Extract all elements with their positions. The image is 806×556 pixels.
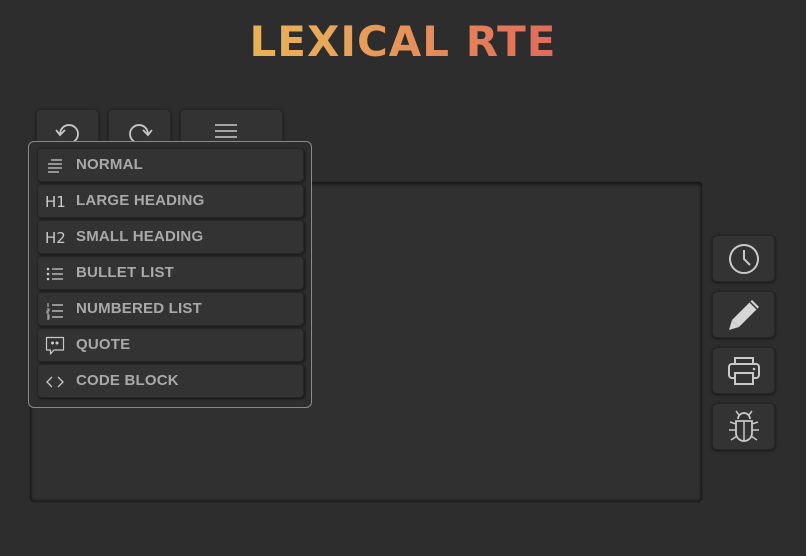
quote-icon xyxy=(45,336,65,356)
menu-item-quote[interactable]: QUOTE xyxy=(37,328,304,362)
menu-item-bullet-list[interactable]: BULLET LIST xyxy=(37,256,304,290)
menu-item-numbered-list[interactable]: NUMBERED LIST xyxy=(37,292,304,326)
printer-icon xyxy=(727,356,760,385)
h1-icon: H1 xyxy=(45,193,66,211)
menu-item-code-block[interactable]: CODE BLOCK xyxy=(37,364,304,398)
paragraph-icon xyxy=(45,156,65,176)
menu-item-large-heading[interactable]: H1 LARGE HEADING xyxy=(37,184,304,218)
app-title: LEXICAL RTE xyxy=(0,16,806,68)
block-format-dropdown: NORMAL H1 LARGE HEADING H2 SMALL HEADING xyxy=(28,141,312,408)
menu-item-label: QUOTE xyxy=(76,336,131,353)
app-root: LEXICAL RTE NORMAL H1 LARGE HEADING H2 S… xyxy=(0,0,806,556)
menu-item-label: BULLET LIST xyxy=(76,264,175,281)
print-button[interactable] xyxy=(712,347,775,394)
menu-item-label: NUMBERED LIST xyxy=(76,300,202,317)
menu-item-label: CODE BLOCK xyxy=(76,372,179,389)
bullet-list-icon xyxy=(45,264,65,284)
history-button[interactable] xyxy=(712,235,775,282)
menu-item-label: SMALL HEADING xyxy=(76,228,204,245)
pencil-icon xyxy=(728,299,759,330)
clock-icon xyxy=(728,243,759,274)
debug-button[interactable] xyxy=(712,403,775,450)
menu-item-label: LARGE HEADING xyxy=(76,192,205,209)
numbered-list-icon xyxy=(45,300,65,320)
code-icon xyxy=(45,372,65,392)
menu-item-small-heading[interactable]: H2 SMALL HEADING xyxy=(37,220,304,254)
edit-mode-button[interactable] xyxy=(712,291,775,338)
bug-icon xyxy=(728,410,759,442)
h2-icon: H2 xyxy=(45,229,66,247)
menu-item-label: NORMAL xyxy=(76,156,144,173)
menu-item-normal[interactable]: NORMAL xyxy=(37,148,304,182)
